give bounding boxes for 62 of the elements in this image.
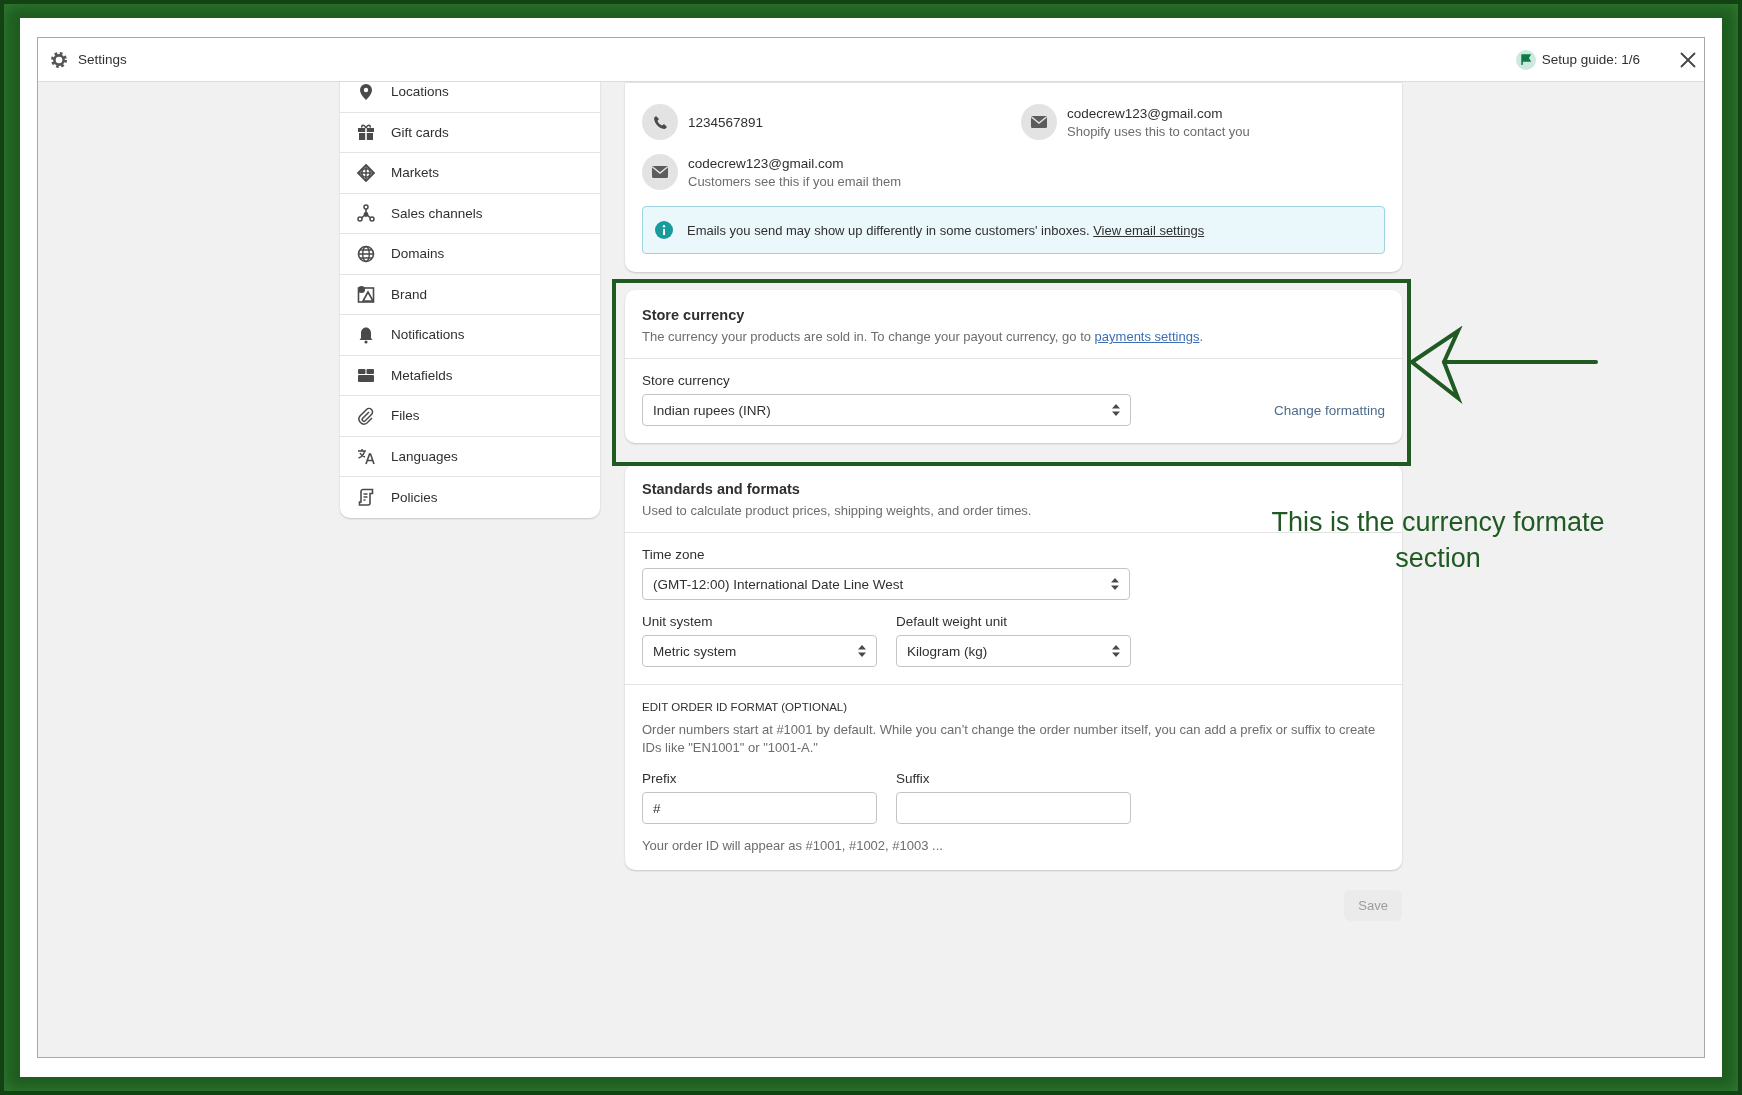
prefix-input[interactable]: # (642, 792, 877, 824)
email-settings-link[interactable]: View email settings (1093, 222, 1205, 238)
sidebar-item[interactable]: Domains (340, 234, 600, 275)
field-label: Default weight unit (896, 614, 1008, 629)
translate-icon (357, 447, 375, 466)
stack-icon (357, 366, 375, 385)
sidebar-item[interactable]: Notifications (340, 315, 600, 356)
suffix-input[interactable] (896, 792, 1131, 824)
card-description: The currency your products are sold in. To change your payout currency, go to payments settings. (642, 329, 1204, 344)
card-description: Used to calculate product prices, shipping weights, and order times. (642, 503, 1033, 518)
phone-icon (642, 104, 678, 140)
network-icon (357, 204, 375, 223)
globe-icon (357, 244, 375, 263)
mail-icon (1021, 104, 1057, 140)
document-icon (357, 488, 375, 507)
gift-icon (357, 123, 375, 142)
sidebar-item[interactable]: Sales channels (340, 193, 600, 234)
shapes-icon (357, 285, 375, 304)
setup-guide-button[interactable]: Setup guide: 1/6 (1541, 52, 1640, 67)
currency-select[interactable]: Indian rupees (INR) (642, 394, 1131, 426)
order-id-description: Order numbers start at #1001 by default. While you can’t change the order number itself, you can add a prefix or suffix to create IDs like "EN1001" or "1001-A." (642, 721, 1377, 757)
mail-icon (642, 154, 678, 190)
sidebar-item[interactable]: Languages (340, 436, 600, 477)
bell-icon (357, 325, 375, 344)
time-zone-select[interactable]: (GMT-12:00) International Date Line West (642, 568, 1130, 600)
select-arrows-icon (1112, 645, 1120, 657)
select-arrows-icon (858, 645, 866, 657)
sidebar-item[interactable]: Policies (340, 477, 600, 518)
settings-icon (50, 50, 68, 69)
email-note: Customers see this if you email them (688, 173, 902, 189)
sidebar-item[interactable]: Metafields (340, 355, 600, 396)
email-address: codecrew123@gmail.com (1067, 105, 1223, 121)
phone-number: 1234567891 (688, 114, 764, 130)
flag-icon (1515, 49, 1536, 70)
unit-system-select[interactable]: Metric system (642, 635, 877, 667)
annotation-text: This is the currency formate section (1270, 506, 1606, 575)
field-label: Prefix (642, 771, 677, 786)
field-label: Store currency (642, 373, 730, 388)
globe-icon (357, 163, 375, 182)
field-label: Time zone (642, 547, 705, 562)
section-heading: EDIT ORDER ID FORMAT (OPTIONAL) (642, 701, 848, 713)
sidebar-item[interactable]: Gift cards (340, 112, 600, 153)
info-icon (655, 221, 673, 239)
sidebar-item[interactable]: Brand (340, 274, 600, 315)
email-address: codecrew123@gmail.com (688, 155, 844, 171)
window-title: Settings (78, 52, 127, 67)
order-id-preview: Your order ID will appear as #1001, #1002, #1003 ... (642, 838, 944, 853)
banner-text: Emails you send may show up differently in some customers' inboxes. View email settings (687, 222, 1205, 238)
email-note: Shopify uses this to contact you (1067, 123, 1250, 139)
paperclip-icon (357, 406, 375, 425)
weight-unit-select[interactable]: Kilogram (kg) (896, 635, 1131, 667)
sidebar-item[interactable]: Locations (340, 82, 600, 113)
select-arrows-icon (1112, 404, 1120, 416)
field-label: Unit system (642, 614, 713, 629)
field-label: Suffix (896, 771, 930, 786)
select-arrows-icon (1111, 578, 1119, 590)
change-formatting-link[interactable]: Change formatting (1273, 403, 1385, 418)
card-title: Standards and formats (642, 481, 800, 497)
close-icon[interactable] (1680, 51, 1696, 68)
sidebar-item[interactable]: Files (340, 396, 600, 437)
card-title: Store currency (642, 307, 745, 323)
sidebar-item[interactable]: Markets (340, 153, 600, 194)
